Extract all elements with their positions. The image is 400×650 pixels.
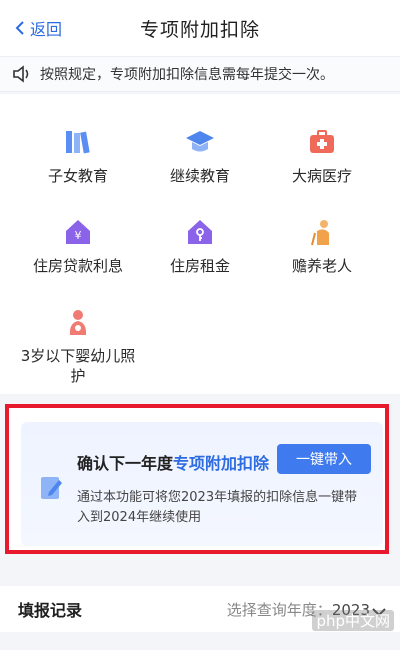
edit-document-icon: [39, 474, 65, 506]
medical-kit-icon: [304, 124, 340, 160]
grid-item-label: 大病医疗: [291, 167, 352, 185]
highlight-frame: 确认下一年度专项附加扣除 一键带入 通过本功能可将您2023年填报的扣除信息一键…: [5, 404, 389, 554]
grid-item-label: 3岁以下婴幼儿照护: [20, 347, 136, 385]
banner-title-prefix: 确认下一年度: [77, 454, 174, 473]
elderly-icon: [304, 214, 340, 250]
one-click-import-button[interactable]: 一键带入: [277, 444, 371, 474]
banner-title-highlight: 专项附加扣除: [173, 454, 270, 473]
grid-item-housing-rent[interactable]: 住房租金: [140, 214, 260, 276]
grid-item-label: 赡养老人: [291, 257, 352, 275]
grid-item-elderly-support[interactable]: 赡养老人: [262, 214, 382, 276]
grid-item-housing-loan-interest[interactable]: ¥ 住房贷款利息: [18, 214, 138, 276]
grid-item-label: 继续教育: [169, 167, 230, 185]
chevron-left-icon: [15, 21, 24, 35]
notice-bar: 按照规定，专项附加扣除信息需每年提交一次。: [0, 56, 400, 92]
grid-item-infant-care[interactable]: 3岁以下婴幼儿照护: [8, 304, 148, 386]
banner-description: 通过本功能可将您2023年填报的扣除信息一键带入到2024年继续使用: [77, 490, 358, 525]
grid-item-label: 住房租金: [169, 257, 230, 275]
house-key-icon: [182, 214, 218, 250]
speaker-icon: [12, 65, 32, 83]
grid-item-continuing-education[interactable]: 继续教育: [140, 124, 260, 186]
grid-item-children-education[interactable]: 子女教育: [18, 124, 138, 186]
watermark: php中文网: [312, 610, 394, 631]
books-icon: [60, 124, 96, 160]
deduction-grid: 子女教育 继续教育 大病医疗 ¥ 住房贷款利息 住房租金 赡养老人 3岁以下婴幼…: [0, 94, 400, 394]
record-label: 填报记录: [18, 601, 83, 620]
import-banner: 确认下一年度专项附加扣除 一键带入 通过本功能可将您2023年填报的扣除信息一键…: [21, 422, 383, 546]
back-label: 返回: [30, 20, 63, 39]
mother-baby-icon: [60, 304, 96, 340]
page-title: 专项附加扣除: [139, 18, 260, 41]
back-button[interactable]: 返回: [14, 16, 62, 40]
graduation-cap-icon: [182, 124, 218, 160]
grid-item-label: 住房贷款利息: [32, 257, 123, 275]
grid-item-serious-illness[interactable]: 大病医疗: [262, 124, 382, 186]
svg-text:¥: ¥: [75, 229, 82, 242]
notice-text: 按照规定，专项附加扣除信息需每年提交一次。: [40, 67, 334, 83]
banner-title: 确认下一年度专项附加扣除: [77, 450, 269, 474]
grid-item-label: 子女教育: [47, 167, 108, 185]
house-yen-icon: ¥: [60, 214, 96, 250]
top-bar: 返回 专项附加扣除: [0, 0, 400, 56]
